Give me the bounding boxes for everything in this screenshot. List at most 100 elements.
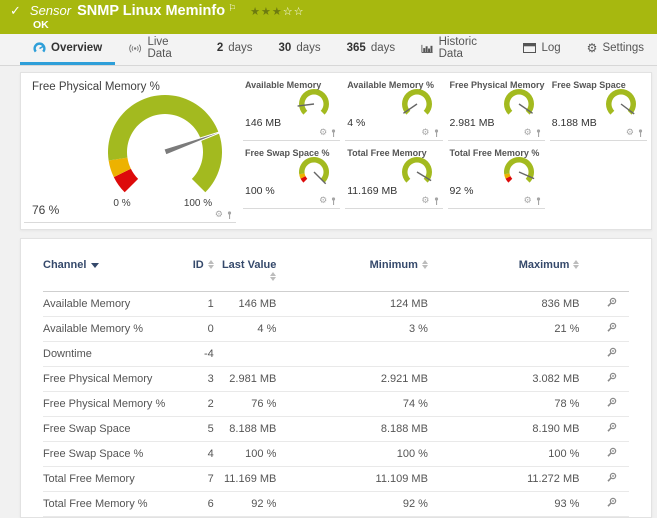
channel-settings-wrench-icon[interactable] bbox=[606, 447, 617, 458]
channel-settings-wrench-icon[interactable] bbox=[606, 347, 617, 358]
channel-name-cell[interactable]: Free Swap Space % bbox=[43, 441, 170, 467]
gauge-value: 4 % bbox=[347, 117, 366, 129]
pin-icon[interactable] bbox=[226, 211, 233, 220]
gauge-chart bbox=[297, 89, 330, 115]
gauge-chart bbox=[401, 89, 432, 115]
flag-icon[interactable]: ⚐ bbox=[228, 4, 236, 14]
last-value-cell bbox=[213, 341, 277, 367]
gauge-max-label: 100 % bbox=[183, 198, 213, 209]
gauge-value: 11.169 MB bbox=[347, 185, 398, 197]
channel-name-cell[interactable]: Free Physical Memory bbox=[43, 366, 170, 392]
minimum-cell: 8.188 MB bbox=[276, 416, 428, 442]
pin-icon[interactable] bbox=[330, 129, 337, 138]
channel-name-cell[interactable]: Total Free Memory % bbox=[43, 491, 170, 517]
channel-settings-wrench-icon[interactable] bbox=[606, 497, 617, 508]
tab-bar: Overview Live Data 2 days 30 days 365 da… bbox=[0, 34, 657, 66]
tab-label: Log bbox=[541, 42, 561, 54]
column-header-last-value[interactable]: Last Value bbox=[213, 257, 277, 292]
gauge-tile: Total Free Memory 11.169 MB ⚙ bbox=[345, 144, 443, 209]
table-row[interactable]: Available Memory 1 146 MB 124 MB 836 MB bbox=[43, 291, 629, 317]
tab-overview[interactable]: Overview bbox=[20, 34, 116, 65]
channel-name-cell[interactable]: Free Physical Memory % bbox=[43, 391, 170, 417]
maximum-cell: 78 % bbox=[427, 391, 580, 417]
column-header-id[interactable]: ID bbox=[169, 257, 214, 292]
pin-icon[interactable] bbox=[535, 129, 542, 138]
channel-settings-wrench-icon[interactable] bbox=[606, 297, 617, 308]
maximum-cell: 3.082 MB bbox=[427, 366, 580, 392]
tab-historic-data[interactable]: Historic Data bbox=[408, 34, 510, 65]
table-row[interactable]: Free Swap Space 5 8.188 MB 8.188 MB 8.19… bbox=[43, 416, 629, 442]
gear-icon[interactable]: ⚙ bbox=[524, 197, 532, 206]
tab-30-days[interactable]: 30 days bbox=[266, 34, 334, 65]
tab-365-days[interactable]: 365 days bbox=[334, 34, 408, 65]
channel-id-cell: -4 bbox=[169, 341, 214, 367]
live-data-icon bbox=[129, 43, 142, 53]
tab-number: 30 bbox=[278, 42, 292, 54]
channel-name-cell[interactable]: Total Free Memory bbox=[43, 466, 170, 492]
historic-data-icon bbox=[421, 44, 433, 53]
log-icon bbox=[523, 43, 537, 53]
sensor-title: SNMP Linux Meminfo bbox=[77, 3, 226, 19]
column-header-maximum[interactable]: Maximum bbox=[427, 257, 580, 292]
tab-label: days bbox=[228, 42, 253, 54]
tab-label: Live Data bbox=[147, 36, 172, 60]
gauge-chart bbox=[299, 157, 330, 185]
gear-icon[interactable]: ⚙ bbox=[524, 129, 532, 138]
gear-icon[interactable]: ⚙ bbox=[319, 129, 327, 138]
column-header-channel[interactable]: Channel bbox=[43, 257, 170, 292]
last-value-cell: 100 % bbox=[213, 441, 277, 467]
table-row[interactable]: Available Memory % 0 4 % 3 % 21 % bbox=[43, 316, 629, 342]
channel-name-cell[interactable]: Available Memory % bbox=[43, 316, 170, 342]
gauge-tile: Free Physical Memory 2.981 MB ⚙ bbox=[447, 76, 545, 141]
pin-icon[interactable] bbox=[535, 197, 542, 206]
minimum-cell: 3 % bbox=[276, 316, 428, 342]
tab-settings[interactable]: ⚙ Settings bbox=[574, 34, 657, 65]
table-row[interactable]: Free Physical Memory % 2 76 % 74 % 78 % bbox=[43, 391, 629, 417]
gear-icon[interactable]: ⚙ bbox=[319, 197, 327, 206]
last-value-cell: 92 % bbox=[213, 491, 277, 517]
tab-label: Settings bbox=[602, 42, 644, 54]
priority-stars[interactable]: ★★★☆☆ bbox=[250, 5, 304, 18]
sort-desc-icon bbox=[91, 263, 100, 268]
channel-settings-wrench-icon[interactable] bbox=[606, 372, 617, 383]
tab-live-data[interactable]: Live Data bbox=[115, 34, 204, 65]
maximum-cell: 93 % bbox=[427, 491, 580, 517]
maximum-cell: 21 % bbox=[427, 316, 580, 342]
channel-id-cell: 5 bbox=[169, 416, 214, 442]
pin-icon[interactable] bbox=[433, 197, 440, 206]
channel-id-cell: 1 bbox=[169, 291, 214, 317]
channel-name-cell[interactable]: Free Swap Space bbox=[43, 416, 170, 442]
channel-name-cell[interactable]: Available Memory bbox=[43, 291, 170, 317]
table-row[interactable]: Downtime -4 bbox=[43, 341, 629, 367]
last-value-cell: 76 % bbox=[213, 391, 277, 417]
gauge-value: 100 % bbox=[245, 185, 275, 197]
gear-icon[interactable]: ⚙ bbox=[421, 129, 429, 138]
pin-icon[interactable] bbox=[433, 129, 440, 138]
main-gauge-value: 76 % bbox=[32, 203, 60, 217]
overview-gauge-icon bbox=[33, 42, 46, 52]
pin-icon[interactable] bbox=[330, 197, 337, 206]
column-header-minimum[interactable]: Minimum bbox=[276, 257, 428, 292]
channel-settings-wrench-icon[interactable] bbox=[606, 472, 617, 483]
table-row[interactable]: Free Swap Space % 4 100 % 100 % 100 % bbox=[43, 441, 629, 467]
small-gauges-grid: Available Memory 146 MB ⚙ Available Memo… bbox=[243, 76, 647, 209]
tab-2-days[interactable]: 2 days bbox=[204, 34, 266, 65]
gear-icon[interactable]: ⚙ bbox=[215, 211, 223, 220]
channel-name-cell[interactable]: Downtime bbox=[43, 341, 170, 367]
sort-icon bbox=[421, 259, 428, 269]
tab-label: days bbox=[296, 42, 321, 54]
last-value-cell: 146 MB bbox=[213, 291, 277, 317]
table-row[interactable]: Total Free Memory % 6 92 % 92 % 93 % bbox=[43, 491, 629, 517]
pin-icon[interactable] bbox=[637, 129, 644, 138]
channel-settings-wrench-icon[interactable] bbox=[606, 322, 617, 333]
maximum-cell bbox=[427, 341, 580, 367]
minimum-cell: 100 % bbox=[276, 441, 428, 467]
channel-settings-wrench-icon[interactable] bbox=[606, 397, 617, 408]
overview-gauges-panel: Free Physical Memory % 0 % 100 % 76 % ⚙ … bbox=[20, 72, 652, 230]
table-row[interactable]: Total Free Memory 7 11.169 MB 11.109 MB … bbox=[43, 466, 629, 492]
gear-icon[interactable]: ⚙ bbox=[626, 129, 634, 138]
gear-icon[interactable]: ⚙ bbox=[421, 197, 429, 206]
tab-log[interactable]: Log bbox=[510, 34, 573, 65]
table-row[interactable]: Free Physical Memory 3 2.981 MB 2.921 MB… bbox=[43, 366, 629, 392]
channel-settings-wrench-icon[interactable] bbox=[606, 422, 617, 433]
